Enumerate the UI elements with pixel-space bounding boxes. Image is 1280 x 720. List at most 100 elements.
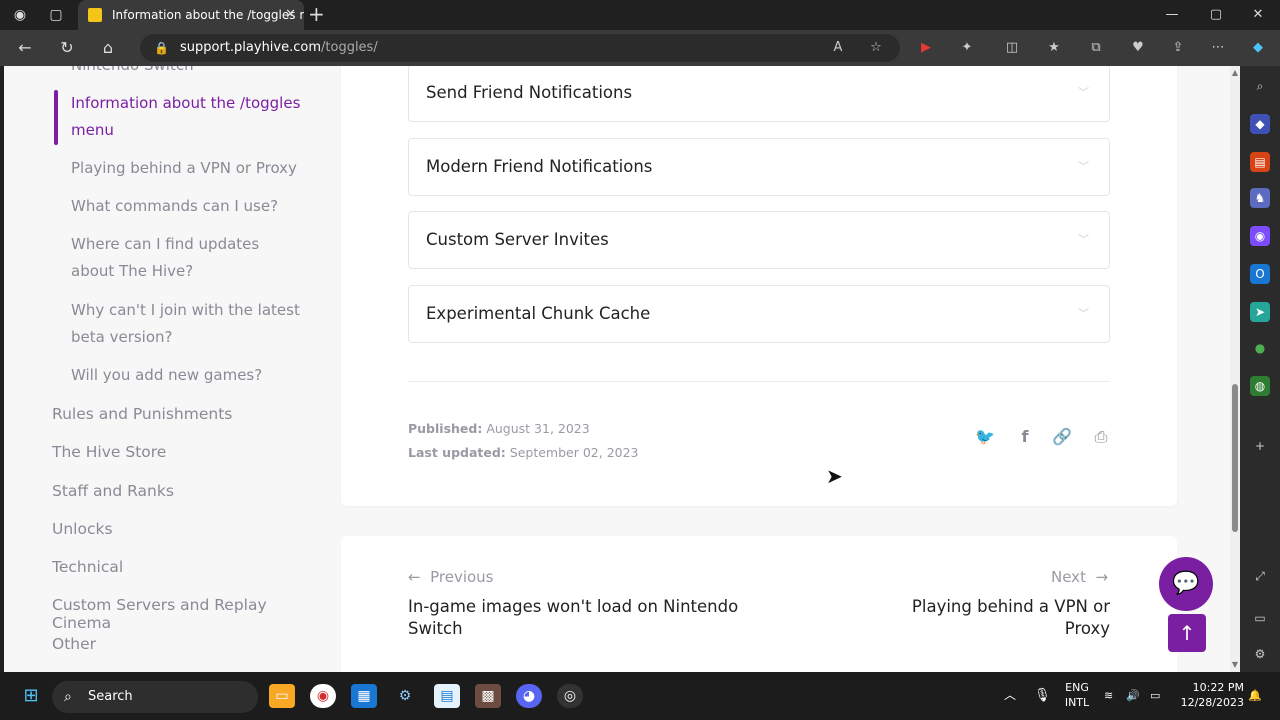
taskbar-search[interactable]: ⌕ Search <box>52 681 258 713</box>
previous-article-link[interactable]: In-game images won't load on Nintendo Sw… <box>408 596 758 640</box>
volume-icon[interactable]: 🔊 <box>1126 688 1140 703</box>
obs-icon[interactable]: ◎ <box>557 684 583 708</box>
sidebar-item-updates[interactable]: Where can I find updates about The Hive? <box>71 231 301 285</box>
prev-next-card: ← Previous In-game images won't load on … <box>341 536 1177 672</box>
accordion-experimental-chunk-cache[interactable]: Experimental Chunk Cache ﹀ <box>408 285 1110 343</box>
tab-actions-icon[interactable]: ▢ <box>44 4 68 26</box>
maximize-icon[interactable]: ▢ <box>1194 0 1238 30</box>
new-tab-icon[interactable]: + <box>308 2 325 26</box>
accordion-send-friend-notifications[interactable]: Send Friend Notifications ﹀ <box>408 66 1110 122</box>
microphone-icon[interactable]: 🎙 <box>1034 688 1051 703</box>
windows-start-icon[interactable]: ⊞ <box>18 684 44 708</box>
print-icon[interactable]: ⎙ <box>1090 426 1112 448</box>
sidebar-item-toggles[interactable]: Information about the /toggles menu <box>71 90 301 144</box>
settings-icon[interactable]: ⚙ <box>392 684 418 708</box>
collections-icon[interactable]: ⧉ <box>1086 38 1106 58</box>
split-screen-icon[interactable]: ◫ <box>1002 38 1022 58</box>
browser-essentials-icon[interactable]: ♥ <box>1128 38 1148 58</box>
sidebar-item-unlocks[interactable]: Unlocks <box>52 520 113 538</box>
extension-green-icon[interactable]: ◍ <box>1250 376 1270 396</box>
accordion-title: Experimental Chunk Cache <box>426 304 651 323</box>
scroll-to-top-button[interactable]: ↑ <box>1168 614 1206 652</box>
chrome-icon[interactable]: ◉ <box>310 684 336 708</box>
read-aloud-icon[interactable]: A <box>828 38 848 58</box>
add-sidebar-app-icon[interactable]: + <box>1250 436 1270 456</box>
tree-icon[interactable]: ● <box>1250 338 1270 358</box>
favorite-star-icon[interactable]: ☆ <box>866 38 886 58</box>
discord-icon[interactable]: ◕ <box>516 684 542 708</box>
scroll-down-icon[interactable]: ▼ <box>1230 660 1240 669</box>
chevron-down-icon: ﹀ <box>1078 233 1089 246</box>
close-tab-icon[interactable]: ✕ <box>285 0 296 30</box>
microsoft365-icon[interactable]: ◉ <box>1250 226 1270 246</box>
home-icon[interactable]: ⌂ <box>97 37 119 59</box>
profile-icon[interactable]: ◉ <box>8 4 32 26</box>
back-icon[interactable]: ← <box>14 37 36 59</box>
send-icon[interactable]: ➤ <box>1250 302 1270 322</box>
language-indicator[interactable]: ENG INTL <box>1060 680 1094 710</box>
url-path: /toggles/ <box>321 40 378 55</box>
web-page: Nintendo Switch Information about the /t… <box>4 66 1240 672</box>
refresh-icon[interactable]: ↻ <box>56 37 78 59</box>
close-window-icon[interactable]: ✕ <box>1236 0 1280 30</box>
url-field[interactable]: 🔒 support.playhive.com/toggles/ <box>140 34 900 62</box>
sidebar-item-technical[interactable]: Technical <box>52 558 123 576</box>
scroll-up-icon[interactable]: ▲ <box>1230 68 1240 77</box>
facebook-icon[interactable]: f <box>1014 426 1036 448</box>
minimize-icon[interactable]: — <box>1150 0 1194 30</box>
copy-link-icon[interactable]: 🔗 <box>1051 426 1073 448</box>
accordion-modern-friend-notifications[interactable]: Modern Friend Notifications ﹀ <box>408 138 1110 196</box>
outlook-icon[interactable]: O <box>1250 264 1270 284</box>
tools-icon[interactable]: ▤ <box>1250 152 1270 172</box>
scrollbar-thumb[interactable] <box>1232 384 1238 532</box>
share-icon[interactable]: ⇪ <box>1168 38 1188 58</box>
page-scrollbar[interactable]: ▲ ▼ <box>1230 66 1240 672</box>
published-date: Published: August 31, 2023 <box>408 421 590 436</box>
chevron-down-icon: ﹀ <box>1078 160 1089 173</box>
shopping-icon[interactable]: ◆ <box>1250 114 1270 134</box>
tab-toggles[interactable]: Information about the /toggles m ✕ <box>78 0 304 30</box>
wifi-icon[interactable]: ≋ <box>1104 688 1113 703</box>
tray-chevron-up-icon[interactable]: ︿ <box>1004 688 1016 703</box>
copilot-icon[interactable]: ◆ <box>1248 38 1268 58</box>
minecraft-icon[interactable]: ▩ <box>475 684 501 708</box>
sidebar-search-icon[interactable]: ⌕ <box>1250 76 1270 96</box>
favorites-icon[interactable]: ★ <box>1044 38 1064 58</box>
extensions-icon[interactable]: ✦ <box>957 38 977 58</box>
notification-bell-icon[interactable]: 🔔 <box>1248 688 1262 703</box>
chevron-down-icon: ﹀ <box>1078 86 1089 99</box>
youtube-extension-icon[interactable]: ▶ <box>916 38 936 58</box>
sidebar-item-other[interactable]: Other <box>52 635 96 653</box>
sidebar-settings-icon[interactable]: ⚙ <box>1250 644 1270 664</box>
sidebar-item-store[interactable]: The Hive Store <box>52 443 166 461</box>
clock[interactable]: 10:22 PM 12/28/2023 <box>1180 680 1244 710</box>
accordion-title: Custom Server Invites <box>426 230 609 249</box>
sidebar-item-rules[interactable]: Rules and Punishments <box>52 405 232 423</box>
accordion-custom-server-invites[interactable]: Custom Server Invites ﹀ <box>408 211 1110 269</box>
sidebar-item-vpn[interactable]: Playing behind a VPN or Proxy <box>71 155 301 182</box>
mouse-cursor-icon: ➤ <box>826 464 843 488</box>
sidebar-item-commands[interactable]: What commands can I use? <box>71 193 301 220</box>
next-link-label[interactable]: Next → <box>1051 568 1108 586</box>
sidebar-item-beta[interactable]: Why can't I join with the latest beta ve… <box>71 297 301 351</box>
notepad-icon[interactable]: ▤ <box>434 684 460 708</box>
more-menu-icon[interactable]: ⋯ <box>1208 38 1228 58</box>
store-icon[interactable]: ▦ <box>351 684 377 708</box>
twitter-icon[interactable]: 🐦 <box>974 426 996 448</box>
accordion-title: Modern Friend Notifications <box>426 157 653 176</box>
battery-icon[interactable]: ▭ <box>1150 688 1160 703</box>
file-explorer-icon[interactable]: ▭ <box>269 684 295 708</box>
sidebar-layout-icon[interactable]: ▭ <box>1250 608 1270 628</box>
windows-taskbar: ⊞ ⌕ Search ▭ ◉ ▦ ⚙ ▤ ▩ ◕ ◎ ︿ 🎙 ENG INTL ≋… <box>0 672 1280 720</box>
address-toolbar: ← ↻ ⌂ 🔒 support.playhive.com/toggles/ A … <box>0 30 1280 66</box>
sidebar-item-nintendo-switch[interactable]: Nintendo Switch <box>71 66 301 79</box>
expand-icon[interactable]: ⤢ <box>1250 566 1270 586</box>
next-article-link[interactable]: Playing behind a VPN or Proxy <box>862 596 1110 640</box>
divider <box>408 381 1110 382</box>
previous-link-label[interactable]: ← Previous <box>408 568 494 586</box>
games-icon[interactable]: ♞ <box>1250 188 1270 208</box>
sidebar-item-new-games[interactable]: Will you add new games? <box>71 362 301 389</box>
chat-button[interactable]: 💬 <box>1159 557 1213 611</box>
sidebar-item-staff[interactable]: Staff and Ranks <box>52 482 174 500</box>
sidebar-item-custom-servers[interactable]: Custom Servers and Replay Cinema <box>52 596 324 632</box>
